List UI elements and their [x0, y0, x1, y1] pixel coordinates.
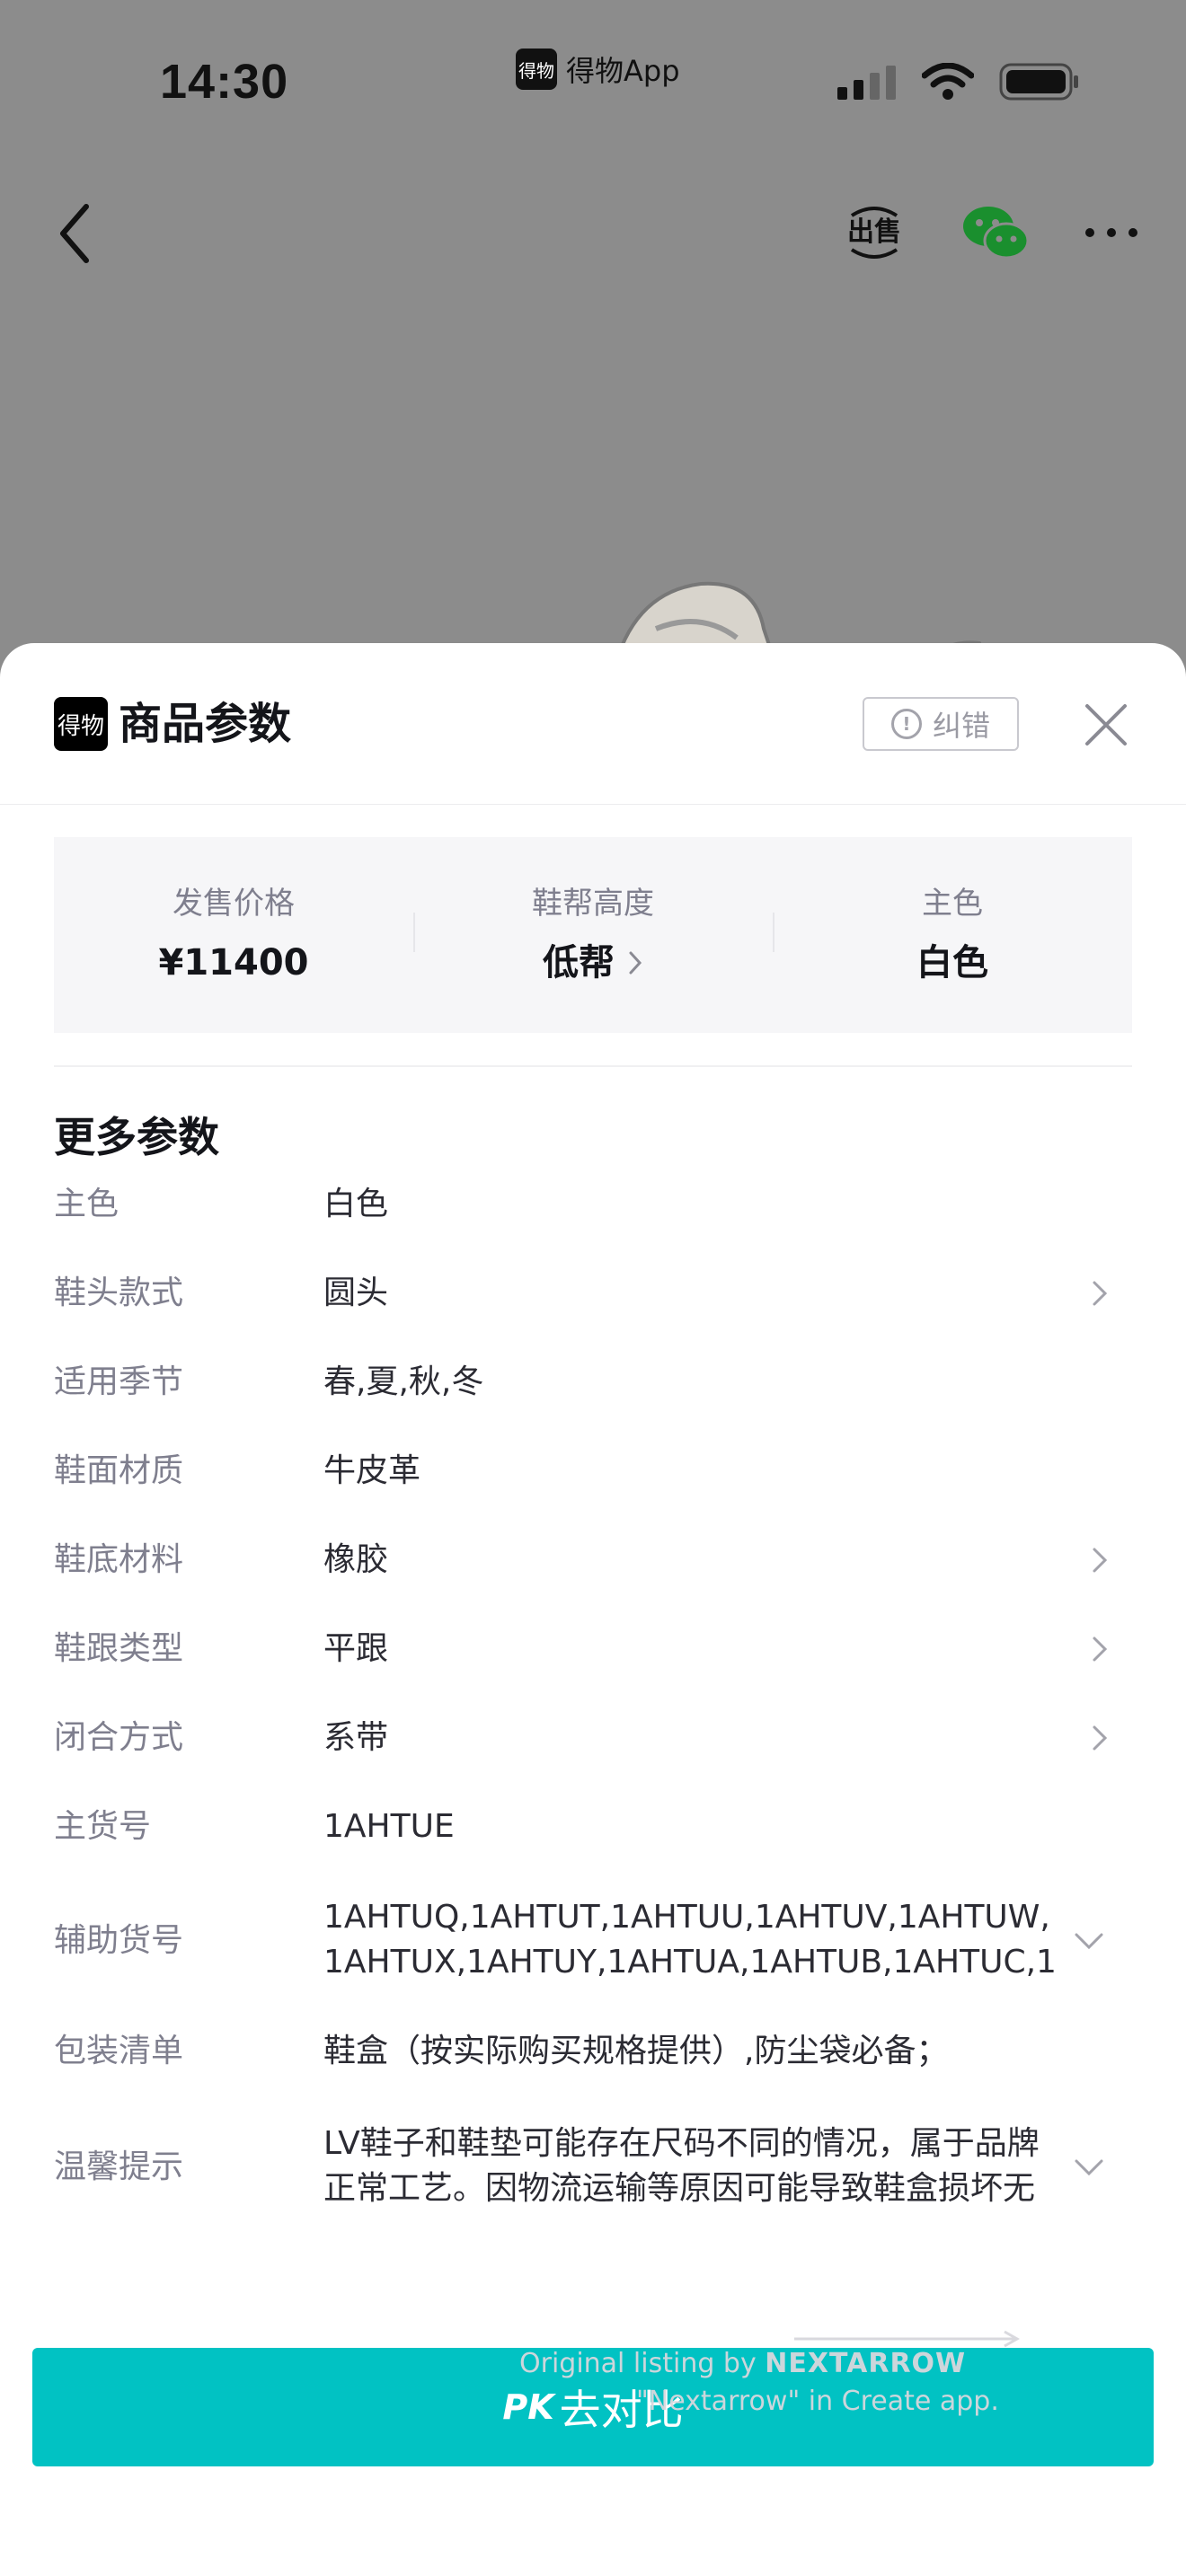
nav-bar: 出售	[0, 171, 1186, 296]
sheet-title: 商品参数	[119, 699, 292, 749]
chevron-down-icon[interactable]	[1071, 2156, 1107, 2179]
sell-icon[interactable]: 出售	[845, 203, 904, 262]
watermark-prefix: Original listing by	[519, 2348, 757, 2379]
param-value: 橡胶	[323, 1541, 389, 1578]
param-value: 鞋盒（按实际购买规格提供）,防尘袋必备；	[323, 2033, 949, 2069]
report-error-label: 纠错	[932, 709, 990, 743]
param-label: 闭合方式	[54, 1719, 184, 1756]
watermark: Original listing by NEXTARROW "Nextarrow…	[519, 2330, 1022, 2420]
chevron-right-icon	[1093, 1548, 1108, 1573]
status-app-indicator: 得物 得物App	[516, 49, 680, 90]
status-bar: 14:30 得物 得物App	[0, 0, 1186, 171]
chevron-right-icon	[629, 951, 642, 975]
sheet-header: 得物 商品参数 ! 纠错	[0, 643, 1186, 805]
summary-shoe-height[interactable]: 鞋帮高度 低帮	[413, 837, 773, 1033]
param-value: 春,夏,秋,冬	[323, 1363, 484, 1400]
param-label: 适用季节	[54, 1363, 184, 1400]
summary-value: 白色	[916, 942, 988, 984]
summary-price: 发售价格 ¥11400	[54, 837, 413, 1033]
watermark-line2: "Nextarrow" in Create app.	[636, 2386, 999, 2417]
param-value: 1AHTUQ,1AHTUT,1AHTUU,1AHTUV,1AHTUW,1AHTU…	[323, 1899, 1057, 1981]
chevron-right-icon	[1093, 1281, 1108, 1306]
param-label: 鞋底材料	[54, 1541, 184, 1578]
svg-text:出售: 出售	[847, 216, 901, 248]
watermark-line1: Original listing by NEXTARROW	[519, 2348, 966, 2379]
more-icon[interactable]	[1083, 203, 1140, 262]
param-label: 主色	[54, 1186, 119, 1222]
summary-label: 发售价格	[173, 886, 295, 922]
brand-logo-icon: 得物	[54, 697, 108, 751]
status-app-name: 得物App	[566, 54, 680, 88]
param-label: 鞋跟类型	[54, 1630, 184, 1667]
param-label: 主货号	[54, 1808, 152, 1845]
chevron-down-icon[interactable]	[1071, 1929, 1107, 1953]
summary-card: 发售价格 ¥11400 鞋帮高度 低帮 主色 白色	[54, 837, 1132, 1033]
status-time: 14:30	[160, 55, 289, 109]
param-value: 牛皮革	[323, 1452, 421, 1489]
param-label: 辅助货号	[54, 1922, 184, 1959]
wechat-icon[interactable]	[961, 203, 1030, 262]
params-sheet: 得物 商品参数 ! 纠错 发售价格 ¥11400 鞋帮高度 低帮 主色 白色 更…	[0, 643, 1186, 2576]
app-logo-icon: 得物	[516, 49, 557, 90]
summary-label: 主色	[922, 886, 983, 922]
arrow-right-icon	[794, 2330, 1021, 2348]
param-value: 圆头	[323, 1275, 389, 1311]
param-value: 白色	[323, 1186, 389, 1222]
watermark-brand: NEXTARROW	[765, 2348, 967, 2379]
summary-main-color: 主色 白色	[773, 837, 1132, 1033]
chevron-right-icon	[1093, 1725, 1108, 1751]
param-value: 系带	[323, 1719, 389, 1756]
wifi-icon	[922, 63, 974, 100]
param-value: 平跟	[323, 1630, 389, 1667]
chevron-right-icon	[1093, 1636, 1108, 1662]
summary-label: 鞋帮高度	[532, 886, 654, 922]
param-label: 温馨提示	[54, 2148, 184, 2185]
status-icons	[837, 63, 1080, 101]
param-value: 1AHTUE	[323, 1808, 455, 1845]
battery-icon	[999, 63, 1078, 101]
more-params-title: 更多参数	[54, 1113, 219, 1161]
signal-icon	[837, 66, 896, 100]
info-icon: !	[890, 709, 922, 739]
divider	[54, 1065, 1132, 1067]
report-error-button[interactable]: ! 纠错	[863, 697, 1019, 751]
close-icon[interactable]	[1078, 697, 1134, 753]
back-icon[interactable]	[50, 198, 104, 269]
summary-value: 低帮	[543, 942, 615, 984]
param-label: 鞋头款式	[54, 1275, 184, 1311]
summary-value: ¥11400	[158, 942, 309, 984]
param-value: LV鞋子和鞋垫可能存在尺码不同的情况，属于品牌正常工艺。因物流运输等原因可能导致…	[323, 2125, 1040, 2207]
param-label: 鞋面材质	[54, 1452, 184, 1489]
param-label: 包装清单	[54, 2033, 184, 2069]
